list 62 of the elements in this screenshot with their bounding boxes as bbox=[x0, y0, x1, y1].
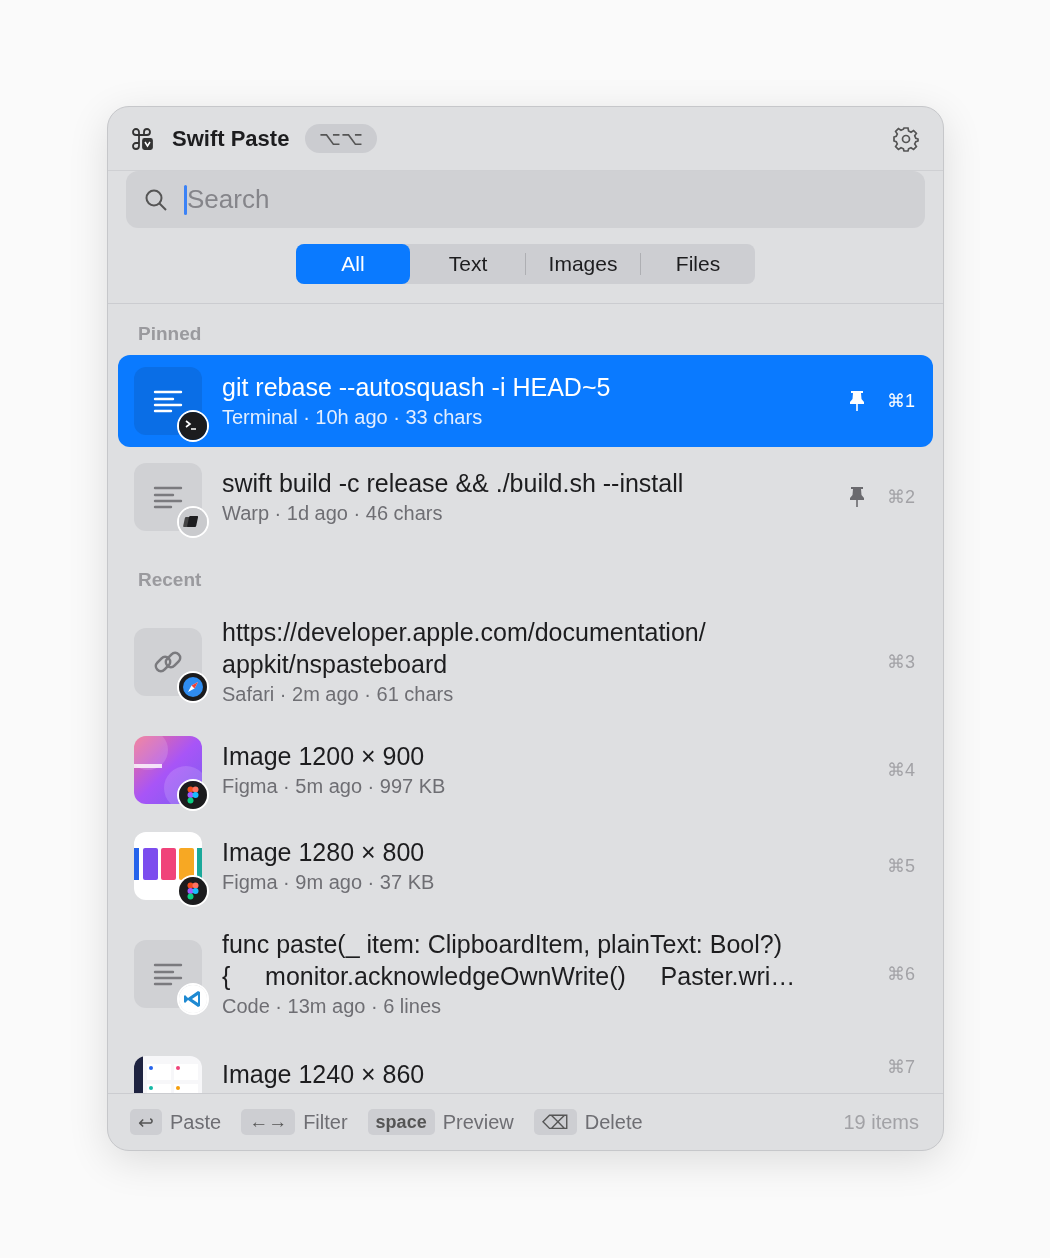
item-meta: Safari · 2m ago · 61 chars bbox=[222, 682, 454, 707]
search-icon bbox=[144, 187, 168, 212]
figma-app-icon bbox=[177, 875, 209, 907]
figma-app-icon bbox=[177, 779, 209, 811]
item-title: Image 1280 × 800 bbox=[222, 837, 425, 868]
terminal-app-icon bbox=[177, 410, 209, 442]
shortcut-label: ⌘3 bbox=[887, 651, 915, 673]
text-lines-icon bbox=[153, 962, 183, 986]
item-title: Image 1200 × 900 bbox=[222, 741, 425, 772]
filter-tab[interactable]: Files bbox=[641, 244, 755, 284]
section-label: Pinned bbox=[138, 323, 202, 344]
command-icon bbox=[132, 127, 154, 150]
shortcut-label: ⌘6 bbox=[887, 963, 915, 985]
shortcut-label: ⌘2 bbox=[887, 486, 915, 508]
text-lines-icon bbox=[153, 389, 183, 413]
item-meta: Figma · 9m ago · 37 KB bbox=[222, 870, 435, 895]
settings-icon[interactable] bbox=[893, 125, 919, 152]
key-hint: space bbox=[367, 1109, 435, 1135]
key-hint-label: Delete bbox=[584, 1110, 643, 1134]
key-hint: ⌫ bbox=[533, 1109, 577, 1135]
filter-tab[interactable]: Text bbox=[411, 244, 525, 284]
clipboard-item[interactable]: Image 1280 × 800 Figma · 9m ago · 37 KB ⌘5 bbox=[118, 820, 933, 912]
clipboard-item[interactable]: func paste(_ item: ClipboardItem, plainText: Bool?) { monitor.acknowledgeOwnWrite() Paster.wri… Code · 13m ago · 6 lines ⌘6 bbox=[118, 916, 933, 1032]
text-cursor bbox=[184, 184, 187, 215]
pin-icon[interactable] bbox=[849, 390, 865, 412]
item-title: https://developer.apple.com/documentation/ appkit/nspasteboard bbox=[222, 617, 706, 680]
item-title: git rebase --autosquash -i HEAD~5 bbox=[222, 372, 611, 403]
filter-tab[interactable]: All bbox=[296, 244, 410, 284]
text-lines-icon bbox=[153, 485, 183, 509]
item-meta: Warp · 1d ago · 46 chars bbox=[222, 501, 443, 526]
hotkey-badge: ⌥⌥ bbox=[305, 124, 378, 153]
item-meta: Figma · 5m ago · 997 KB bbox=[222, 774, 446, 799]
key-hint: ↩ bbox=[130, 1109, 162, 1135]
item-title: func paste(_ item: ClipboardItem, plainText: Bool?) { monitor.acknowledgeOwnWrite() Paster.wri… bbox=[222, 929, 796, 992]
search-field[interactable]: Search bbox=[126, 171, 925, 228]
clipboard-item[interactable]: Image 1200 × 900 Figma · 5m ago · 997 KB ⌘4 bbox=[118, 724, 933, 816]
code-editor-app-icon bbox=[177, 983, 209, 1015]
item-count: 19 items bbox=[843, 1110, 919, 1134]
shortcut-label: ⌘4 bbox=[887, 759, 915, 781]
pin-icon[interactable] bbox=[849, 486, 865, 508]
clipboard-item[interactable]: git rebase --autosquash -i HEAD~5 Terminal · 10h ago · 33 chars ⌘1 bbox=[118, 355, 933, 447]
warp-app-icon bbox=[177, 506, 209, 538]
item-title: Image 1240 × 860 bbox=[222, 1059, 425, 1090]
clipboard-item[interactable]: https://developer.apple.com/documentation/ appkit/nspasteboard Safari · 2m ago · 61 chars ⌘3 bbox=[118, 604, 933, 720]
item-title: swift build -c release && ./build.sh --install bbox=[222, 468, 684, 499]
clipboard-item[interactable]: swift build -c release && ./build.sh --install Warp · 1d ago · 46 chars ⌘2 bbox=[118, 451, 933, 543]
key-hint: ←→ bbox=[241, 1109, 296, 1135]
item-meta: Terminal · 10h ago · 33 chars bbox=[222, 405, 483, 430]
key-hint-label: Preview bbox=[442, 1110, 514, 1134]
app-title: Swift Paste bbox=[172, 125, 290, 152]
section-label: Recent bbox=[138, 569, 202, 590]
shortcut-label: ⌘5 bbox=[887, 855, 915, 877]
key-hint-label: Filter bbox=[303, 1110, 348, 1134]
shortcut-label: ⌘1 bbox=[887, 390, 915, 412]
search-input[interactable]: Search bbox=[187, 184, 907, 215]
filter-tab[interactable]: Images bbox=[526, 244, 640, 284]
shortcut-label: ⌘7 bbox=[887, 1056, 915, 1078]
item-meta: Code · 13m ago · 6 lines bbox=[222, 994, 441, 1019]
image-thumbnail bbox=[134, 736, 202, 804]
image-thumbnail bbox=[134, 832, 202, 900]
key-hint-label: Paste bbox=[170, 1110, 222, 1134]
compass-app-icon bbox=[177, 671, 209, 703]
